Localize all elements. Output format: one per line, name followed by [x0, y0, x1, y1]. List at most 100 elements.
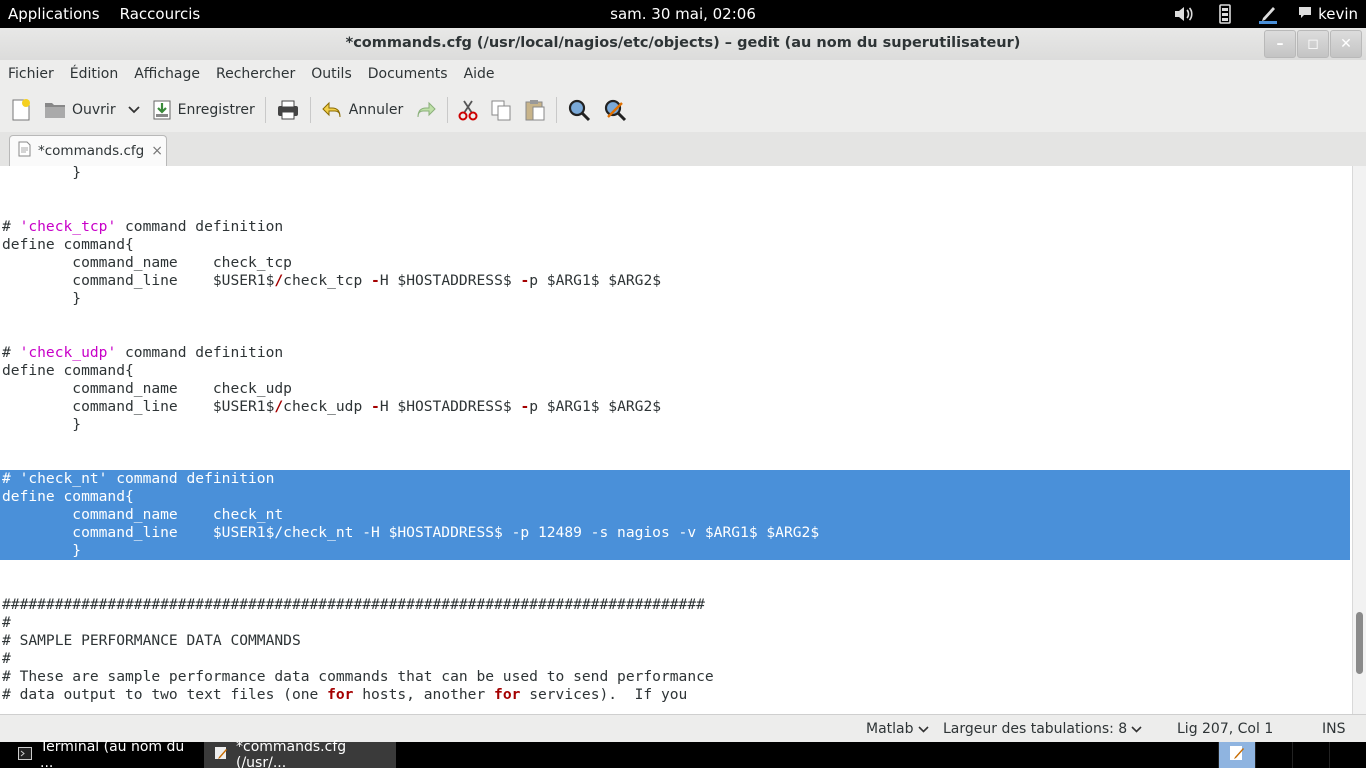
menu-aide[interactable]: Aide	[456, 66, 503, 82]
search-button[interactable]	[561, 93, 597, 127]
code-line[interactable]: # These are sample performance data comm…	[2, 668, 819, 686]
workspace-3[interactable]	[1292, 742, 1329, 768]
task-gedit[interactable]: *commands.cfg (/usr/...	[204, 739, 396, 771]
code-line[interactable]: }	[2, 542, 820, 560]
applications-menu[interactable]: Applications	[0, 5, 108, 23]
code-line[interactable]: #	[2, 650, 819, 668]
chat-icon	[1298, 5, 1312, 23]
code-line[interactable]: # data output to two text files (one for…	[2, 686, 819, 704]
tab-commands-cfg[interactable]: *commands.cfg ×	[9, 135, 167, 166]
close-button[interactable]: ✕	[1330, 30, 1362, 58]
code-line[interactable]: define command{	[2, 362, 819, 380]
text-editor[interactable]: } # 'check_tcp' command definition define …	[0, 166, 1352, 714]
code-line[interactable]: # 'check_nt' command definition	[2, 470, 820, 488]
terminal-icon	[18, 746, 32, 764]
undo-button[interactable]: Annuler	[315, 93, 409, 127]
tab-close-icon[interactable]: ×	[151, 143, 163, 159]
open-label: Ouvrir	[72, 102, 116, 118]
tab-width-selector[interactable]: Largeur des tabulations: 8	[943, 721, 1142, 737]
cut-button[interactable]	[452, 93, 484, 127]
cursor-position: Lig 207, Col 1	[1177, 721, 1274, 737]
save-button[interactable]: Enregistrer	[146, 93, 261, 127]
window-titlebar[interactable]: *commands.cfg (/usr/local/nagios/etc/obj…	[0, 28, 1366, 61]
workspace-4[interactable]	[1329, 742, 1366, 768]
code-line[interactable]	[2, 182, 819, 200]
taskbar: Terminal (au nom du ... *commands.cfg (/…	[0, 739, 1366, 771]
chevron-down-icon	[127, 106, 140, 114]
code-line[interactable]: command_line $USER1$/check_nt -H $HOSTAD…	[2, 524, 820, 542]
code-view[interactable]: } # 'check_tcp' command definition define …	[2, 166, 820, 704]
task-label: *commands.cfg (/usr/...	[236, 739, 347, 771]
search-icon	[567, 98, 591, 122]
code-line[interactable]: }	[2, 290, 819, 308]
gedit-icon	[1229, 745, 1245, 765]
task-label: Terminal (au nom du ...	[40, 739, 185, 771]
search-replace-icon	[603, 98, 627, 122]
toolbar-separator	[309, 97, 311, 123]
task-terminal[interactable]: Terminal (au nom du ...	[8, 739, 202, 771]
pen-icon[interactable]	[1256, 2, 1280, 26]
undo-icon	[321, 101, 343, 119]
menu-rechercher[interactable]: Rechercher	[208, 66, 303, 82]
toolbar-separator	[447, 97, 449, 123]
scrollbar-thumb[interactable]	[1356, 612, 1363, 674]
code-line[interactable]: ########################################…	[2, 596, 819, 614]
code-line[interactable]: # SAMPLE PERFORMANCE DATA COMMANDS	[2, 632, 819, 650]
menu-edition[interactable]: Édition	[62, 66, 126, 82]
code-line[interactable]: command_name check_udp	[2, 380, 819, 398]
paste-button[interactable]	[518, 93, 552, 127]
workspace-1[interactable]	[1218, 742, 1255, 768]
vertical-scrollbar[interactable]	[1352, 166, 1366, 714]
search-replace-button[interactable]	[597, 93, 633, 127]
insert-mode: INS	[1322, 721, 1346, 737]
text-file-icon	[18, 141, 31, 161]
user-menu[interactable]: kevin	[1298, 5, 1358, 23]
minimize-button[interactable]: –	[1264, 30, 1296, 58]
open-button[interactable]: Ouvrir	[38, 93, 122, 127]
workspace-2[interactable]	[1255, 742, 1292, 768]
document-tab-strip: *commands.cfg ×	[0, 132, 1366, 167]
code-line[interactable]: command_name check_tcp	[2, 254, 819, 272]
menu-documents[interactable]: Documents	[360, 66, 456, 82]
network-icon[interactable]	[1214, 2, 1238, 26]
scissors-icon	[458, 99, 478, 121]
code-line[interactable]: # 'check_udp' command definition	[2, 344, 819, 362]
window-controls: – ◻ ✕	[1263, 30, 1362, 58]
workspace-switcher	[1218, 742, 1366, 768]
copy-button[interactable]	[484, 93, 518, 127]
open-recent-dropdown[interactable]	[122, 93, 146, 127]
system-tray: kevin	[1172, 0, 1358, 28]
code-line[interactable]: }	[2, 166, 819, 182]
chevron-down-icon	[1131, 721, 1142, 737]
code-line[interactable]: # 'check_tcp' command definition	[2, 218, 819, 236]
redo-button[interactable]	[409, 93, 443, 127]
menu-fichier[interactable]: Fichier	[0, 66, 62, 82]
menubar: Fichier Édition Affichage Rechercher Out…	[0, 60, 1366, 88]
code-line[interactable]: define command{	[2, 236, 819, 254]
menu-outils[interactable]: Outils	[303, 66, 359, 82]
code-line[interactable]	[2, 452, 819, 470]
code-line[interactable]	[2, 578, 819, 596]
volume-icon[interactable]	[1172, 2, 1196, 26]
menu-affichage[interactable]: Affichage	[126, 66, 208, 82]
printer-icon	[276, 99, 300, 121]
tab-width-label: Largeur des tabulations: 8	[943, 721, 1128, 737]
print-button[interactable]	[270, 93, 306, 127]
copy-icon	[490, 99, 512, 121]
code-line[interactable]: command_name check_nt	[2, 506, 820, 524]
maximize-button[interactable]: ◻	[1297, 30, 1329, 58]
new-document-button[interactable]	[4, 93, 38, 127]
shortcuts-menu[interactable]: Raccourcis	[112, 5, 209, 23]
code-line[interactable]: #	[2, 614, 819, 632]
language-selector[interactable]: Matlab	[866, 721, 929, 737]
code-line[interactable]	[2, 560, 819, 578]
code-line[interactable]	[2, 308, 819, 326]
code-line[interactable]	[2, 434, 819, 452]
code-line[interactable]	[2, 200, 819, 218]
code-line[interactable]: command_line $USER1$/check_tcp -H $HOSTA…	[2, 272, 819, 290]
code-line[interactable]: define command{	[2, 488, 820, 506]
toolbar-separator	[264, 97, 266, 123]
code-line[interactable]	[2, 326, 819, 344]
code-line[interactable]: command_line $USER1$/check_udp -H $HOSTA…	[2, 398, 819, 416]
code-line[interactable]: }	[2, 416, 819, 434]
